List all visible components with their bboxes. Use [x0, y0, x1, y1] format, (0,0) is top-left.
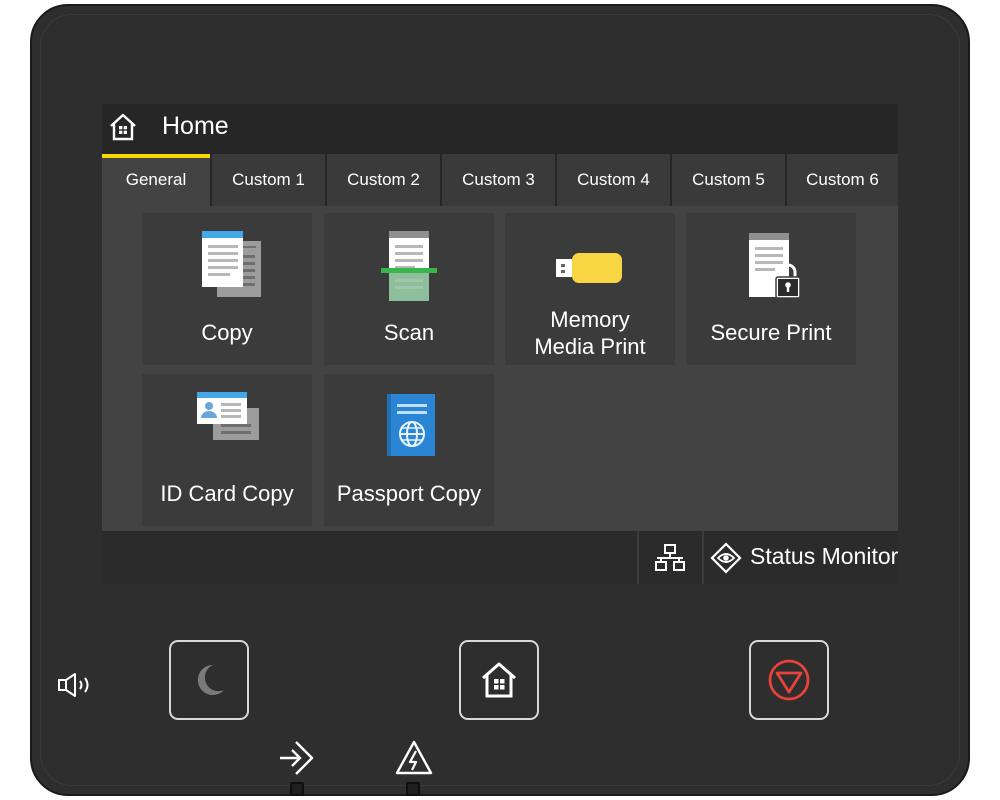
copy-label: Copy	[201, 320, 253, 345]
data-led	[290, 782, 304, 796]
memory-media-print-label-line1: Memory	[550, 307, 630, 332]
copy-tile[interactable]: Copy	[142, 213, 312, 365]
divider	[637, 531, 639, 584]
page-title: Home	[162, 112, 229, 140]
copy-icon	[202, 231, 261, 297]
passport-copy-label: Passport Copy	[336, 481, 482, 506]
tab-custom-3[interactable]: Custom 3	[442, 154, 557, 206]
home-icon	[110, 113, 136, 141]
tab-custom-2[interactable]: Custom 2	[327, 154, 442, 206]
usb-memory-icon	[556, 253, 622, 283]
data-arrow-icon	[280, 741, 314, 775]
tab-custom-1[interactable]: Custom 1	[212, 154, 327, 206]
error-led	[406, 782, 420, 796]
warning-icon	[395, 740, 433, 775]
moon-icon	[197, 664, 224, 695]
id-card-copy-label: ID Card Copy	[160, 481, 294, 506]
id-card-icon	[197, 392, 259, 440]
scan-icon	[381, 231, 437, 301]
home-icon	[482, 662, 516, 698]
secure-print-label: Secure Print	[710, 320, 832, 345]
passport-icon	[387, 394, 435, 456]
status-bar: Status Monitor	[102, 531, 898, 584]
memory-media-print-label-line2: Media Print	[534, 334, 646, 359]
memory-media-print-tile[interactable]: Memory Media Print	[505, 213, 675, 365]
id-card-copy-tile[interactable]: ID Card Copy	[142, 374, 312, 526]
stop-button[interactable]	[749, 640, 829, 720]
tab-bar: General Custom 1 Custom 2 Custom 3 Custo…	[102, 154, 898, 206]
network-status-button[interactable]	[640, 531, 702, 584]
sleep-button[interactable]	[169, 640, 249, 720]
tab-general[interactable]: General	[102, 154, 212, 206]
eye-icon	[710, 542, 742, 574]
tab-custom-4[interactable]: Custom 4	[557, 154, 672, 206]
scan-tile[interactable]: Scan	[324, 213, 494, 365]
touch-screen: Home General Custom 1 Custom 2 Custom 3 …	[102, 104, 898, 584]
status-monitor-button[interactable]: Status Monitor	[704, 531, 898, 584]
secure-print-icon	[749, 233, 801, 299]
status-monitor-label: Status Monitor	[750, 543, 898, 569]
home-button[interactable]	[459, 640, 539, 720]
passport-copy-tile[interactable]: Passport Copy	[324, 374, 494, 526]
memory-media-print-label: Memory Media Print	[505, 306, 675, 360]
screen-header: Home	[102, 104, 898, 154]
secure-print-tile[interactable]: Secure Print	[686, 213, 856, 365]
scan-label: Scan	[383, 320, 435, 345]
network-icon	[655, 544, 685, 571]
speaker-icon	[58, 673, 89, 697]
tab-custom-6[interactable]: Custom 6	[787, 154, 898, 206]
stop-icon	[768, 659, 810, 701]
function-grid: Copy Scan Memory Media Print Secure Prin…	[102, 206, 898, 531]
tab-custom-5[interactable]: Custom 5	[672, 154, 787, 206]
